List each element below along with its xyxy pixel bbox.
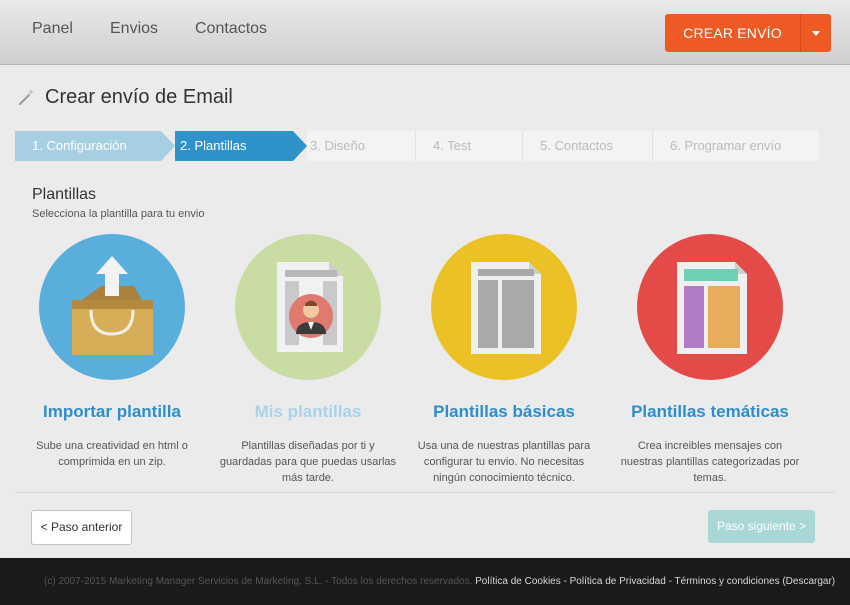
box-upload-icon <box>72 256 153 355</box>
option-circle[interactable] <box>235 234 381 380</box>
link-terminos[interactable]: Términos y condiciones (Descargar) <box>675 576 836 587</box>
option-description: Plantillas diseñadas por ti y guardadas … <box>219 440 397 484</box>
basic-template-icon <box>471 262 541 354</box>
next-step-button[interactable]: Paso siguiente > <box>708 510 815 543</box>
link-privacidad[interactable]: Política de Privacidad <box>570 576 666 587</box>
nav-envios[interactable]: Envios <box>110 20 158 38</box>
step-programar-envio[interactable]: 6. Programar envío <box>653 131 819 161</box>
option-description: Usa una de nuestras plantillas para conf… <box>417 440 591 484</box>
step-label: 2. Plantillas <box>180 138 247 153</box>
step-label: 1. Configuración <box>32 138 127 153</box>
app: Panel Envios Contactos CREAR ENVÍO Crear… <box>0 0 850 605</box>
page-title: Crear envío de Email <box>45 86 233 108</box>
previous-step-button[interactable]: < Paso anterior <box>31 510 132 545</box>
caret-down-icon <box>812 31 820 36</box>
copyright-text: (c) 2007-2015 Marketing Manager Servicio… <box>44 576 473 587</box>
option-circle[interactable] <box>637 234 783 380</box>
option-title[interactable]: Mis plantillas <box>210 402 406 422</box>
step-test[interactable]: 4. Test <box>416 131 522 161</box>
step-plantillas[interactable]: 2. Plantillas <box>175 131 293 161</box>
option-title[interactable]: Plantillas básicas <box>406 402 602 422</box>
nav-panel[interactable]: Panel <box>32 20 73 38</box>
step-configuracion[interactable]: 1. Configuración <box>15 131 161 161</box>
step-diseno[interactable]: 3. Diseño <box>307 131 417 161</box>
step-label: 6. Programar envío <box>670 138 782 153</box>
option-importar-plantilla[interactable]: Importar plantilla Sube una creatividad … <box>14 234 210 470</box>
create-send-button[interactable]: CREAR ENVÍO <box>665 14 800 52</box>
option-plantillas-tematicas[interactable]: Plantillas temáticas Crea increibles men… <box>612 234 808 486</box>
option-description: Crea increibles mensajes con nuestras pl… <box>620 440 800 484</box>
top-navbar: Panel Envios Contactos CREAR ENVÍO <box>0 0 850 65</box>
divider <box>15 492 835 493</box>
themed-template-icon <box>677 262 747 354</box>
step-arrow <box>293 131 307 161</box>
create-send-button-group: CREAR ENVÍO <box>665 14 831 52</box>
step-arrow <box>161 131 175 161</box>
magic-wand-icon <box>19 89 34 105</box>
create-send-dropdown-toggle[interactable] <box>800 14 831 52</box>
option-mis-plantillas[interactable]: Mis plantillas Plantillas diseñadas por … <box>210 234 406 486</box>
step-contactos[interactable]: 5. Contactos <box>523 131 652 161</box>
footer: (c) 2007-2015 Marketing Manager Servicio… <box>0 558 850 605</box>
option-title[interactable]: Plantillas temáticas <box>612 402 808 422</box>
step-label: 5. Contactos <box>540 138 613 153</box>
option-plantillas-basicas[interactable]: Plantillas básicas Usa una de nuestras p… <box>406 234 602 486</box>
step-label: 4. Test <box>433 138 472 153</box>
option-title[interactable]: Importar plantilla <box>14 402 210 422</box>
nav-contactos[interactable]: Contactos <box>195 20 267 38</box>
option-description: Sube una creatividad en html o comprimid… <box>36 440 188 468</box>
user-template-icon <box>277 262 343 352</box>
wizard-steps: 1. Configuración 2. Plantillas 3. Diseño… <box>15 131 819 161</box>
section-subtitle: Selecciona la plantilla para tu envio <box>32 208 205 220</box>
section-title: Plantillas <box>32 186 97 203</box>
option-circle[interactable] <box>39 234 185 380</box>
option-circle[interactable] <box>431 234 577 380</box>
link-cookies[interactable]: Política de Cookies <box>475 576 561 587</box>
step-label: 3. Diseño <box>310 138 365 153</box>
